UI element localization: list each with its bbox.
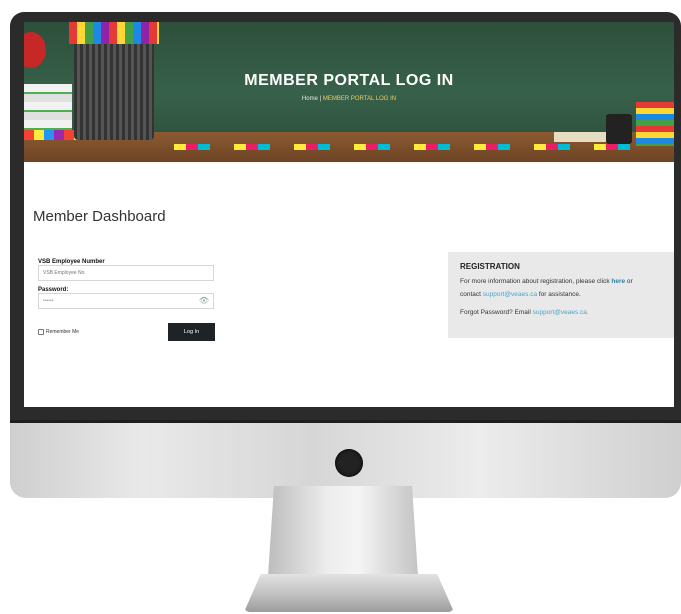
registration-text: For more information about registration,…: [460, 278, 612, 285]
registration-text-or: or: [625, 278, 633, 285]
remember-me-checkbox[interactable]: Remember Me: [38, 329, 79, 335]
eye-icon[interactable]: 👁: [199, 296, 209, 305]
pencil-cup-image: [74, 40, 154, 140]
ruler-image: [554, 132, 614, 142]
password-input[interactable]: [38, 293, 214, 309]
registration-contact-text: contact: [460, 291, 483, 298]
forgot-password-line: Forgot Password? Email support@veaes.ca.: [460, 309, 662, 316]
support-email-link[interactable]: support@veaes.ca: [483, 291, 537, 298]
hero-banner: MEMBER PORTAL LOG IN Home | MEMBER PORTA…: [24, 22, 674, 162]
registration-assistance-text: for assistance.: [537, 291, 581, 298]
breadcrumb-home-link[interactable]: Home: [302, 96, 318, 102]
registration-info-line2: contact support@veaes.ca for assistance.: [460, 288, 662, 301]
member-dashboard-title: Member Dashboard: [33, 208, 166, 225]
monitor-logo-dot: [335, 449, 363, 477]
registration-here-link[interactable]: here: [611, 278, 625, 285]
pencils-image: [69, 22, 159, 44]
crayons-image: [636, 102, 674, 146]
login-form: VSB Employee Number Password: 👁 Remember…: [38, 259, 215, 341]
page-title-banner: MEMBER PORTAL LOG IN: [244, 72, 454, 89]
breadcrumb-current: MEMBER PORTAL LOG IN: [322, 96, 397, 102]
forgot-password-email-link[interactable]: support@veaes.ca.: [533, 309, 589, 316]
browser-viewport: MEMBER PORTAL LOG IN Home | MEMBER PORTA…: [24, 22, 674, 407]
registration-title: REGISTRATION: [460, 262, 520, 271]
remember-me-label: Remember Me: [46, 329, 80, 335]
breadcrumb-separator: |: [319, 96, 322, 102]
employee-number-input[interactable]: [38, 265, 214, 281]
checkbox-box[interactable]: [38, 329, 44, 335]
forgot-password-text: Forgot Password? Email: [460, 309, 533, 316]
registration-panel: REGISTRATION For more information about …: [448, 252, 674, 338]
login-button[interactable]: Log In: [168, 323, 215, 341]
breadcrumb: Home | MEMBER PORTAL LOG IN: [24, 96, 674, 102]
books-image: [24, 84, 72, 134]
registration-info-line1: For more information about registration,…: [460, 275, 662, 288]
monitor-stand-base: [244, 574, 454, 612]
desk-items-image: [174, 144, 654, 150]
monitor-frame: MEMBER PORTAL LOG IN Home | MEMBER PORTA…: [10, 12, 681, 498]
monitor-stand-neck: [268, 486, 418, 576]
password-field-wrapper: 👁: [38, 293, 214, 309]
monitor-bezel: MEMBER PORTAL LOG IN Home | MEMBER PORTA…: [10, 12, 681, 422]
apple-image: [24, 32, 46, 68]
sharpener-image: [606, 114, 632, 144]
